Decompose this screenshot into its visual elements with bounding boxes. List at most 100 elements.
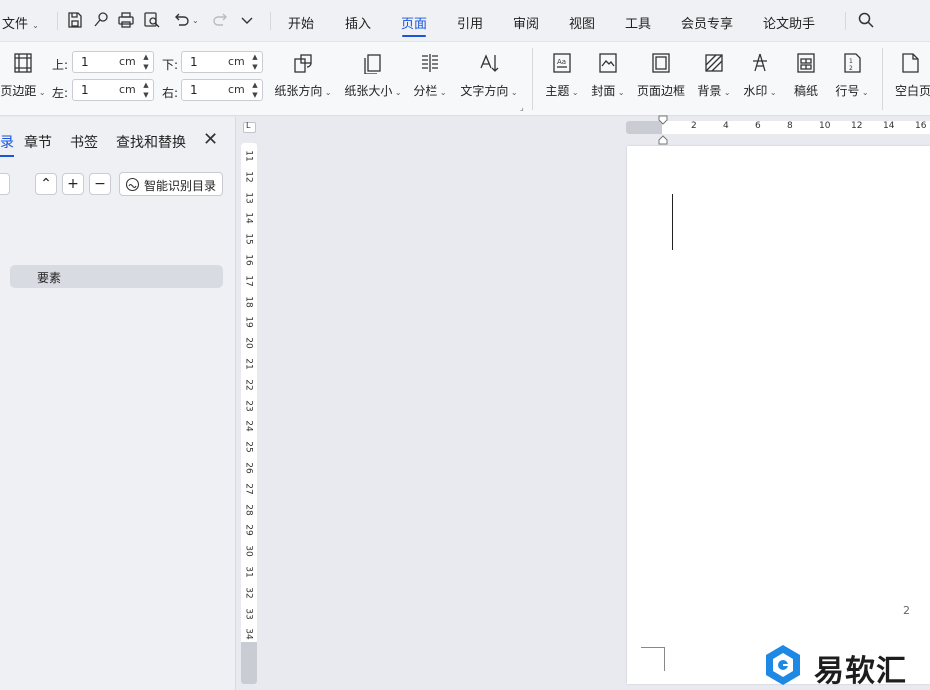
ruler-tick: 25 bbox=[243, 441, 254, 453]
save-icon[interactable] bbox=[66, 11, 84, 29]
ruler-tick: 10 bbox=[819, 121, 831, 131]
tab-insert[interactable]: 插入 bbox=[345, 13, 371, 32]
tab-chapter[interactable]: 章节 bbox=[24, 132, 52, 152]
tab-view[interactable]: 视图 bbox=[569, 13, 595, 32]
spin-down-icon[interactable]: ▼ bbox=[250, 62, 260, 72]
tab-home[interactable]: 开始 bbox=[288, 13, 314, 32]
chevron-down-icon: ⌄ bbox=[32, 21, 39, 30]
promote-button[interactable]: ⌃ bbox=[35, 173, 57, 195]
remove-heading-button[interactable]: − bbox=[89, 173, 111, 195]
horizontal-ruler[interactable]: 2 4 6 8 10 12 14 16 bbox=[626, 121, 930, 134]
chevron-down-icon: ⌄ bbox=[721, 88, 731, 97]
minus-icon: − bbox=[94, 176, 106, 192]
search-icon[interactable] bbox=[857, 11, 875, 29]
chevron-down-icon: ⌄ bbox=[569, 88, 579, 97]
ruler-tick: 23 bbox=[243, 399, 254, 412]
print-icon[interactable] bbox=[117, 11, 135, 29]
ruler-tick: 13 bbox=[243, 191, 254, 204]
collapse-button[interactable] bbox=[0, 173, 10, 195]
cover-button[interactable]: 封面 ⌄ bbox=[588, 52, 628, 110]
vertical-ruler[interactable]: 11 12 13 14 15 16 17 18 19 20 21 22 23 24 25 26 27 28 29 30… bbox=[241, 143, 257, 684]
chevron-down-icon: ⌄ bbox=[615, 88, 625, 97]
chevron-up-icon: ⌃ bbox=[40, 176, 52, 192]
chevron-down-icon[interactable] bbox=[238, 11, 256, 29]
ruler-tick: 21 bbox=[243, 358, 254, 370]
spin-down-icon[interactable]: ▼ bbox=[141, 90, 151, 100]
spin-up-icon[interactable]: ▲ bbox=[250, 80, 260, 90]
document-page[interactable]: 2 bbox=[627, 146, 930, 684]
format-painter-icon[interactable] bbox=[92, 11, 110, 29]
ruler-tick: 17 bbox=[243, 275, 254, 287]
divider bbox=[532, 48, 533, 110]
chevron-down-icon: ⌄ bbox=[36, 88, 46, 97]
file-menu[interactable]: 文件 ⌄ bbox=[2, 13, 39, 32]
redo-icon[interactable] bbox=[212, 11, 230, 29]
spin-down-icon[interactable]: ▼ bbox=[141, 62, 151, 72]
ruler-tick: 18 bbox=[243, 295, 254, 308]
close-icon[interactable]: ✕ bbox=[203, 129, 218, 150]
add-heading-button[interactable]: + bbox=[62, 173, 84, 195]
theme-icon: Aa bbox=[551, 52, 573, 74]
margin-bottom-input[interactable]: 1 cm ▲ ▼ bbox=[181, 51, 263, 73]
indent-marker-icon[interactable] bbox=[657, 115, 669, 145]
text-direction-button[interactable]: 文字方向 ⌄ bbox=[458, 52, 520, 110]
ribbon: 页边距 ⌄ 上: 1 cm ▲ ▼ 左: 1 cm ▲ ▼ 下: 1 cm ▲ … bbox=[0, 42, 930, 116]
spin-up-icon[interactable]: ▲ bbox=[141, 52, 151, 62]
paper-size-icon bbox=[362, 52, 384, 74]
spin-up-icon[interactable]: ▲ bbox=[250, 52, 260, 62]
navigation-pane: 录 章节 书签 查找和替换 ✕ ⌃ + − 智能识别目录 要素 bbox=[0, 117, 236, 690]
line-number-icon: 12 bbox=[841, 52, 863, 74]
divider bbox=[270, 12, 271, 30]
background-button[interactable]: 背景 ⌄ bbox=[694, 52, 734, 110]
background-icon bbox=[703, 52, 725, 74]
tab-page[interactable]: 页面 bbox=[401, 13, 427, 37]
ruler-toggle[interactable]: L bbox=[243, 121, 256, 133]
ruler-tick: 12 bbox=[851, 121, 863, 131]
blank-page-button[interactable]: 空白页 bbox=[893, 52, 930, 110]
menu-bar: 文件 ⌄ ⌄ 开始 插入 页面 引用 审阅 视图 工具 会员专享 论文助手 bbox=[0, 0, 930, 42]
tab-tools[interactable]: 工具 bbox=[625, 13, 651, 32]
dialog-launcher-icon[interactable]: ⌟ bbox=[520, 103, 524, 112]
ruler-tick: 22 bbox=[243, 379, 254, 391]
columns-button[interactable]: 分栏 ⌄ bbox=[410, 52, 450, 110]
margin-right-input[interactable]: 1 cm ▲ ▼ bbox=[181, 79, 263, 101]
paper-size-button[interactable]: 纸张大小 ⌄ bbox=[342, 52, 404, 110]
spin-down-icon[interactable]: ▼ bbox=[250, 90, 260, 100]
ruler-tick: 14 bbox=[883, 121, 895, 131]
line-number-button[interactable]: 12 行号 ⌄ bbox=[832, 52, 872, 110]
toc-item-element[interactable]: 要素 bbox=[10, 265, 223, 288]
ruler-tick: 6 bbox=[755, 121, 761, 131]
page-border-button[interactable]: 页面边框 bbox=[636, 52, 686, 110]
spin-up-icon[interactable]: ▲ bbox=[141, 80, 151, 90]
smart-toc-button[interactable]: 智能识别目录 bbox=[119, 172, 223, 196]
ruler-tick: 31 bbox=[243, 566, 254, 578]
svg-text:Aa: Aa bbox=[557, 58, 566, 66]
tab-member[interactable]: 会员专享 bbox=[681, 13, 733, 32]
manuscript-button[interactable]: 稿纸 bbox=[788, 52, 824, 110]
chevron-down-icon[interactable]: ⌄ bbox=[192, 12, 199, 27]
tab-bookmark[interactable]: 书签 bbox=[70, 132, 98, 152]
ruler-tick: 19 bbox=[243, 316, 254, 329]
ruler-tick: 26 bbox=[243, 462, 254, 474]
smart-icon bbox=[125, 177, 140, 192]
tab-review[interactable]: 审阅 bbox=[513, 13, 539, 32]
watermark-text: 易软汇 bbox=[814, 654, 907, 689]
blank-page-icon bbox=[899, 52, 921, 74]
chevron-down-icon: ⌄ bbox=[437, 88, 447, 97]
watermark-button[interactable]: 水印 ⌄ bbox=[740, 52, 780, 110]
margins-button[interactable]: 页边距 ⌄ bbox=[0, 52, 46, 110]
site-watermark: 易软汇 bbox=[762, 642, 930, 689]
orientation-button[interactable]: 纸张方向 ⌄ bbox=[272, 52, 334, 110]
tab-find-replace[interactable]: 查找和替换 bbox=[116, 132, 186, 152]
tab-toc[interactable]: 录 bbox=[0, 132, 14, 157]
theme-button[interactable]: Aa 主题 ⌄ bbox=[542, 52, 582, 110]
undo-icon[interactable] bbox=[172, 11, 190, 29]
tab-thesis-assistant[interactable]: 论文助手 bbox=[763, 13, 815, 32]
margin-top-input[interactable]: 1 cm ▲ ▼ bbox=[72, 51, 154, 73]
tab-references[interactable]: 引用 bbox=[457, 13, 483, 32]
ruler-tick: 29 bbox=[243, 524, 254, 537]
text-direction-icon bbox=[478, 52, 500, 74]
margin-left-input[interactable]: 1 cm ▲ ▼ bbox=[72, 79, 154, 101]
vertical-ruler-margin bbox=[241, 642, 257, 684]
print-preview-icon[interactable] bbox=[143, 11, 161, 29]
